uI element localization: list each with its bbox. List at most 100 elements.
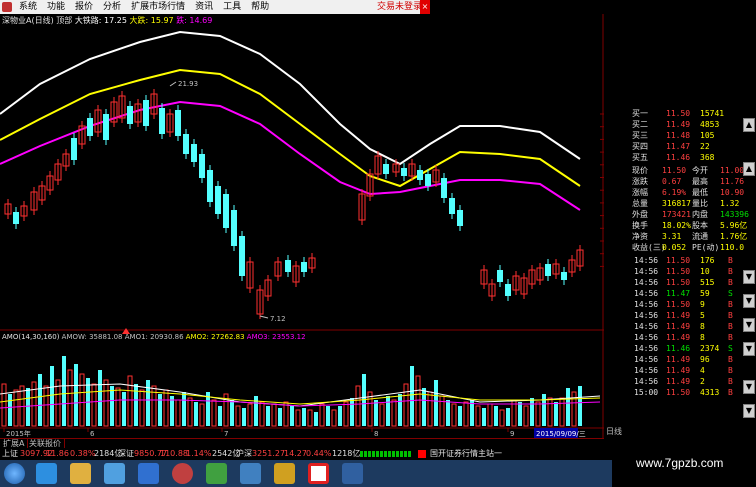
menu-bar: 系统 功能 报价 分析 扩展市场行情 资讯 工具 帮助 交易未登录 bbox=[0, 0, 430, 14]
stat-value: 10.90 bbox=[720, 188, 745, 197]
start-button-icon[interactable] bbox=[4, 463, 25, 484]
stat-label: 外盘 bbox=[632, 210, 648, 219]
watermark-text: www.7gpzb.com bbox=[636, 456, 724, 470]
tick-side: B bbox=[728, 355, 733, 364]
order-level-price: 11.47 bbox=[666, 142, 691, 151]
tick-side: B bbox=[728, 278, 733, 287]
menu-item-function[interactable]: 功能 bbox=[42, 0, 70, 14]
ie-icon[interactable] bbox=[36, 463, 57, 484]
volume-bar bbox=[122, 392, 126, 426]
app-icon-5[interactable] bbox=[342, 463, 363, 484]
panel-toggle-button-4[interactable]: ▼ bbox=[743, 318, 755, 332]
quote-panel: 买一 11.50 15741 买二 11.49 4853 买三 11.48 105 买四 11.47… bbox=[604, 108, 754, 438]
volume-bar bbox=[8, 394, 12, 426]
volume-bar bbox=[307, 409, 313, 427]
panel-toggle-button-3[interactable]: ▼ bbox=[743, 294, 755, 308]
volume-bar bbox=[494, 406, 498, 426]
tick-row: 14:56 11.49 96 B bbox=[604, 354, 754, 365]
menu-item-tools[interactable]: 工具 bbox=[218, 0, 246, 14]
candle-body bbox=[103, 114, 109, 140]
volume-bar bbox=[415, 375, 421, 427]
tick-volume: 4313 bbox=[700, 388, 720, 397]
date-tick-label: 9 bbox=[510, 430, 514, 438]
panel-toggle-button-2[interactable]: ▼ bbox=[743, 270, 755, 284]
panel-toggle-button-5[interactable]: ▼ bbox=[743, 342, 755, 356]
stat-label: 今开 bbox=[692, 166, 708, 175]
stat-value: 0.052 bbox=[662, 243, 687, 252]
panel-toggle-button[interactable]: ▲ bbox=[743, 162, 755, 176]
menu-item-extended-market[interactable]: 扩展市场行情 bbox=[126, 0, 190, 14]
volume-bar bbox=[127, 375, 133, 427]
menu-item-news[interactable]: 资讯 bbox=[190, 0, 218, 14]
tick-price: 11.49 bbox=[666, 333, 691, 342]
low-label: 7.12 bbox=[270, 315, 286, 323]
watermark: www.7gpzb.com bbox=[612, 438, 756, 487]
tick-price: 11.50 bbox=[666, 256, 691, 265]
date-tick-label: 6 bbox=[90, 430, 95, 438]
volume-bar bbox=[67, 369, 73, 427]
stock-name: 深物业A(日线) bbox=[2, 16, 54, 25]
panel-toggle-button-6[interactable]: ▼ bbox=[743, 380, 755, 394]
sz-index-name: 深证 bbox=[118, 449, 134, 458]
volume-bar bbox=[134, 384, 138, 426]
volume-bar bbox=[391, 399, 397, 427]
tick-time: 14:56 bbox=[634, 322, 659, 331]
volume-bar bbox=[566, 388, 570, 426]
app-icon-1[interactable] bbox=[138, 463, 159, 484]
app-icon-2[interactable] bbox=[206, 463, 227, 484]
candle-body bbox=[143, 100, 149, 126]
menu-item-system[interactable]: 系统 bbox=[14, 0, 42, 14]
tab-daily[interactable]: 日线 bbox=[606, 427, 632, 437]
menu-item-analysis[interactable]: 分析 bbox=[98, 0, 126, 14]
candle-body bbox=[425, 174, 431, 186]
folder-icon[interactable] bbox=[70, 463, 91, 484]
stock-app-icon[interactable] bbox=[308, 463, 329, 484]
tick-price: 11.49 bbox=[666, 322, 691, 331]
volume-bar bbox=[290, 406, 294, 426]
high-label: 21.93 bbox=[178, 80, 198, 88]
media-player-icon[interactable] bbox=[172, 463, 193, 484]
candle-body bbox=[175, 110, 181, 136]
volume-bar bbox=[182, 392, 186, 426]
order-level-volume: 105 bbox=[700, 131, 715, 140]
tick-time: 15:00 bbox=[634, 388, 659, 397]
stat-value: 11.00 bbox=[720, 166, 745, 175]
volume-bar bbox=[338, 406, 342, 426]
volume-bar bbox=[302, 408, 306, 426]
volume-bar bbox=[559, 397, 565, 427]
tick-volume: 2374 bbox=[700, 344, 720, 353]
tick-price: 11.50 bbox=[666, 300, 691, 309]
scroll-up-button[interactable]: ▲ bbox=[743, 118, 755, 132]
volume-bar bbox=[314, 412, 318, 426]
scroll-down-button[interactable]: ▼ bbox=[743, 404, 755, 418]
volume-bar bbox=[506, 408, 510, 426]
order-level-price: 11.50 bbox=[666, 109, 691, 118]
stat-value: 1.32 bbox=[720, 199, 740, 208]
menu-item-help[interactable]: 帮助 bbox=[246, 0, 274, 14]
tick-time: 14:56 bbox=[634, 344, 659, 353]
volume-bar bbox=[38, 374, 42, 426]
stat-value: 173421 bbox=[662, 210, 691, 219]
menu-item-quote[interactable]: 报价 bbox=[70, 0, 98, 14]
tick-price: 11.47 bbox=[666, 289, 691, 298]
volume-bar bbox=[355, 385, 361, 427]
volume-bar bbox=[434, 380, 438, 426]
volume-bar bbox=[523, 405, 529, 427]
ie-browser-icon[interactable] bbox=[104, 463, 125, 484]
candle-body bbox=[127, 106, 133, 124]
close-icon[interactable]: × bbox=[420, 0, 430, 14]
volume-bar bbox=[439, 395, 445, 427]
date-tick-label: 7 bbox=[224, 430, 228, 438]
app-icon-4[interactable] bbox=[274, 463, 295, 484]
envelope-upper bbox=[0, 30, 581, 166]
kline-chart[interactable]: 19.0018.0017.0016.0015.0014.0013.0012.00… bbox=[0, 14, 604, 438]
volume-bar bbox=[139, 389, 145, 427]
volume-bar bbox=[463, 401, 469, 427]
stat-value: 3.31 bbox=[662, 232, 682, 241]
volume-bar bbox=[535, 401, 541, 427]
order-level-price: 11.46 bbox=[666, 153, 691, 162]
volume-bar bbox=[175, 399, 181, 427]
volume-bar bbox=[487, 403, 493, 427]
tick-row: 14:56 11.49 8 B bbox=[604, 321, 754, 332]
app-icon-3[interactable] bbox=[240, 463, 261, 484]
